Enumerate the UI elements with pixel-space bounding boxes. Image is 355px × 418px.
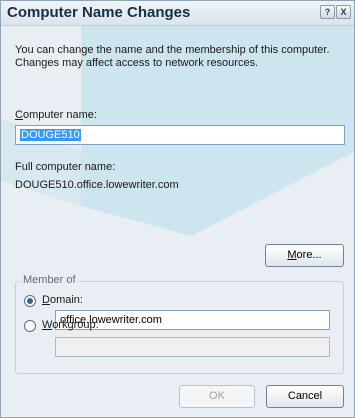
computer-name-label-rest: omputer name:: [22, 109, 97, 121]
help-icon[interactable]: ?: [320, 5, 335, 19]
computer-name-mnemonic: C: [15, 109, 23, 121]
window-title: Computer Name Changes: [7, 4, 191, 21]
full-computer-name-label: Full computer name:: [15, 161, 116, 173]
close-icon[interactable]: X: [336, 5, 351, 19]
full-computer-name-value: DOUGE510.office.lowewriter.com: [15, 179, 179, 191]
ok-button[interactable]: OK: [179, 385, 255, 408]
workgroup-mnemonic: W: [42, 319, 53, 331]
workgroup-input[interactable]: [55, 337, 330, 357]
domain-label-rest: omain:: [49, 294, 83, 306]
more-label-rest: ore...: [296, 249, 322, 261]
more-mnemonic: M: [287, 249, 297, 261]
domain-radio[interactable]: [24, 295, 36, 307]
computer-name-input[interactable]: DOUGE510: [15, 125, 345, 145]
computer-name-label: Computer name:: [15, 109, 97, 121]
domain-label[interactable]: Domain:: [42, 294, 83, 306]
domain-mnemonic: D: [42, 294, 50, 306]
title-bar[interactable]: Computer Name Changes ? X: [1, 1, 354, 26]
more-button[interactable]: More...: [265, 244, 344, 267]
computer-name-value: DOUGE510: [20, 129, 81, 141]
member-of-label: Member of: [20, 274, 79, 286]
workgroup-radio[interactable]: [24, 320, 36, 332]
cancel-button[interactable]: Cancel: [266, 385, 344, 408]
computer-name-changes-dialog: Computer Name Changes ? X You can change…: [0, 0, 355, 418]
workgroup-label[interactable]: Workgroup:: [42, 319, 99, 331]
description-text: You can change the name and the membersh…: [15, 44, 330, 69]
workgroup-label-rest: orkgroup:: [52, 319, 99, 331]
